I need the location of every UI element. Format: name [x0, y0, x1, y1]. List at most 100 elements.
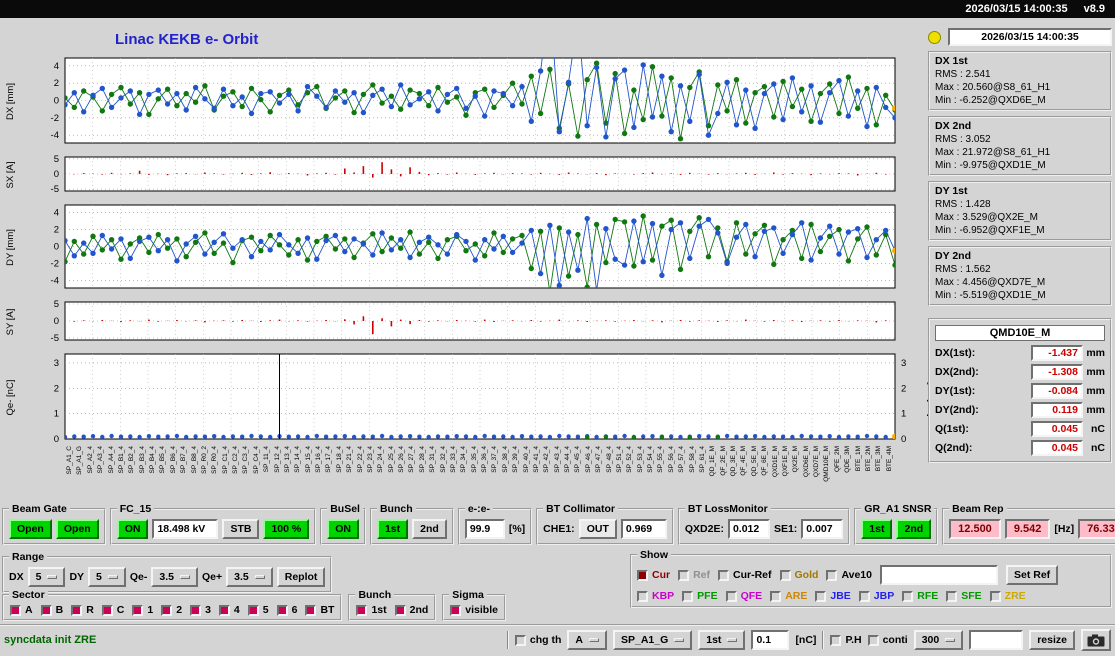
checkbox[interactable]: [989, 590, 1001, 602]
checkbox[interactable]: [132, 604, 144, 616]
conti-checkbox-item[interactable]: conti: [867, 634, 908, 646]
checkbox[interactable]: [946, 590, 958, 602]
checkbox[interactable]: [718, 569, 730, 581]
show-cur-ref-checkbox[interactable]: Cur-Ref: [718, 569, 772, 581]
ee-ratio-value[interactable]: [464, 519, 505, 539]
show-qfe-checkbox[interactable]: QFE: [725, 590, 762, 602]
checkbox[interactable]: [770, 590, 782, 602]
show-are-checkbox[interactable]: ARE: [770, 590, 807, 602]
beam-rep-frame: Beam Rep 12.500 9.542 [Hz] 76.333 [%]: [942, 503, 1115, 545]
range-qep-select[interactable]: 3.5: [226, 567, 273, 587]
checkbox[interactable]: [826, 569, 838, 581]
ph-checkbox-item[interactable]: P.H: [830, 634, 862, 646]
checkbox[interactable]: [450, 604, 462, 616]
range-dy-select[interactable]: 5: [88, 567, 126, 587]
show-kbp-checkbox[interactable]: KBP: [637, 590, 674, 602]
checkbox[interactable]: [101, 604, 113, 616]
sector-r-checkbox[interactable]: R: [71, 604, 94, 616]
ph-checkbox[interactable]: [830, 634, 842, 646]
resize-button[interactable]: resize: [1029, 630, 1075, 650]
aux-input[interactable]: [969, 630, 1024, 650]
che1-value[interactable]: [620, 519, 667, 539]
checkbox[interactable]: [40, 604, 52, 616]
checkbox[interactable]: [10, 604, 21, 616]
charts-area: -4 -2 0 2 4 DX [mm] -5 0 5 SX [A] -4 -2 0 2 4 DY [mm] -5…: [0, 55, 937, 450]
checkbox[interactable]: [276, 604, 288, 616]
sector-bt-checkbox[interactable]: BT: [305, 604, 334, 616]
threshold-input[interactable]: [751, 630, 790, 650]
show-jbe-checkbox[interactable]: JBE: [815, 590, 851, 602]
show-jbp-checkbox[interactable]: JBP: [858, 590, 894, 602]
fc15-kv-value[interactable]: [152, 519, 219, 539]
bunch-2nd-button[interactable]: 2nd: [412, 519, 447, 539]
bunch-2nd-checkbox[interactable]: 2nd: [394, 604, 428, 616]
sector-c-checkbox[interactable]: C: [101, 604, 124, 616]
fc15-stb-button[interactable]: STB: [222, 519, 260, 539]
bunch-1st-button[interactable]: 1st: [376, 519, 409, 539]
checkbox[interactable]: [902, 590, 914, 602]
checkbox[interactable]: [858, 590, 870, 602]
checkbox[interactable]: [815, 590, 827, 602]
sector-3-checkbox[interactable]: 3: [190, 604, 211, 616]
checkbox[interactable]: [218, 604, 230, 616]
gr-snsr-2nd-button[interactable]: 2nd: [896, 519, 932, 539]
bunch-1st-checkbox[interactable]: 1st: [356, 604, 387, 616]
checkbox[interactable]: [678, 569, 690, 581]
checkbox[interactable]: [779, 569, 791, 581]
show-sfe-checkbox[interactable]: SFE: [946, 590, 982, 602]
checkbox[interactable]: [725, 590, 737, 602]
checkbox[interactable]: [161, 604, 173, 616]
x-tick-label: SP_C3_4: [242, 446, 250, 474]
ref-file-input[interactable]: [880, 565, 998, 585]
x-tick-label: SP_54_4: [647, 446, 654, 473]
set-ref-button[interactable]: Set Ref: [1006, 565, 1059, 585]
x-tick-label: SP_58_4: [688, 446, 696, 473]
gr-snsr-1st-button[interactable]: 1st: [861, 519, 893, 539]
show-cur-checkbox[interactable]: Cur: [637, 569, 670, 581]
replot-button[interactable]: Replot: [276, 567, 326, 587]
sigma-visible-checkbox[interactable]: visible: [450, 604, 498, 616]
sector-5-checkbox[interactable]: 5: [247, 604, 269, 616]
sector-6-checkbox[interactable]: 6: [276, 604, 297, 616]
x-tick-label: SP_C1_4: [221, 446, 229, 474]
checkbox[interactable]: [190, 604, 202, 616]
checkbox[interactable]: [305, 604, 317, 616]
sector-1-checkbox[interactable]: 1: [132, 604, 153, 616]
fc15-on-button[interactable]: ON: [116, 519, 149, 539]
qxd2e-value[interactable]: [727, 519, 770, 539]
fc15-frame: FC_15 ON STB 100 %: [109, 503, 317, 545]
sector-2-checkbox[interactable]: 2: [161, 604, 182, 616]
checkbox[interactable]: [394, 604, 406, 616]
sector-4-checkbox[interactable]: 4: [218, 604, 240, 616]
checkbox[interactable]: [71, 604, 83, 616]
beam-gate-open-button-2[interactable]: Open: [55, 519, 99, 539]
chg-th-checkbox[interactable]: [514, 634, 526, 646]
show-pfe-checkbox[interactable]: PFE: [682, 590, 718, 602]
sp-select[interactable]: SP_A1_G: [612, 630, 693, 650]
show-ref-checkbox[interactable]: Ref: [678, 569, 710, 581]
che1-out-button[interactable]: OUT: [578, 519, 617, 539]
range-dx-select[interactable]: 5: [27, 567, 66, 587]
check-label: RFE: [917, 590, 939, 602]
checkbox[interactable]: [637, 569, 648, 581]
interval-select[interactable]: 300: [913, 630, 964, 650]
se1-value[interactable]: [801, 519, 844, 539]
show-zre-checkbox[interactable]: ZRE: [989, 590, 1026, 602]
snapshot-button[interactable]: [1081, 629, 1111, 651]
beam-gate-open-button-1[interactable]: Open: [9, 519, 52, 539]
show-ave10-checkbox[interactable]: Ave10: [826, 569, 872, 581]
bunch-order-select[interactable]: 1st: [698, 630, 746, 650]
sector-a-checkbox[interactable]: A: [10, 604, 33, 616]
conti-checkbox[interactable]: [867, 634, 879, 646]
show-rfe-checkbox[interactable]: RFE: [902, 590, 938, 602]
checkbox[interactable]: [247, 604, 259, 616]
chg-th-checkbox-item[interactable]: chg th: [514, 634, 561, 646]
sector-b-checkbox[interactable]: B: [40, 604, 63, 616]
checkbox[interactable]: [637, 590, 648, 602]
show-gold-checkbox[interactable]: Gold: [779, 569, 818, 581]
range-qem-select[interactable]: 3.5: [151, 567, 198, 587]
busel-on-button[interactable]: ON: [327, 519, 359, 539]
checkbox[interactable]: [682, 590, 694, 602]
checkbox[interactable]: [356, 604, 368, 616]
sector-select[interactable]: A: [567, 630, 607, 650]
